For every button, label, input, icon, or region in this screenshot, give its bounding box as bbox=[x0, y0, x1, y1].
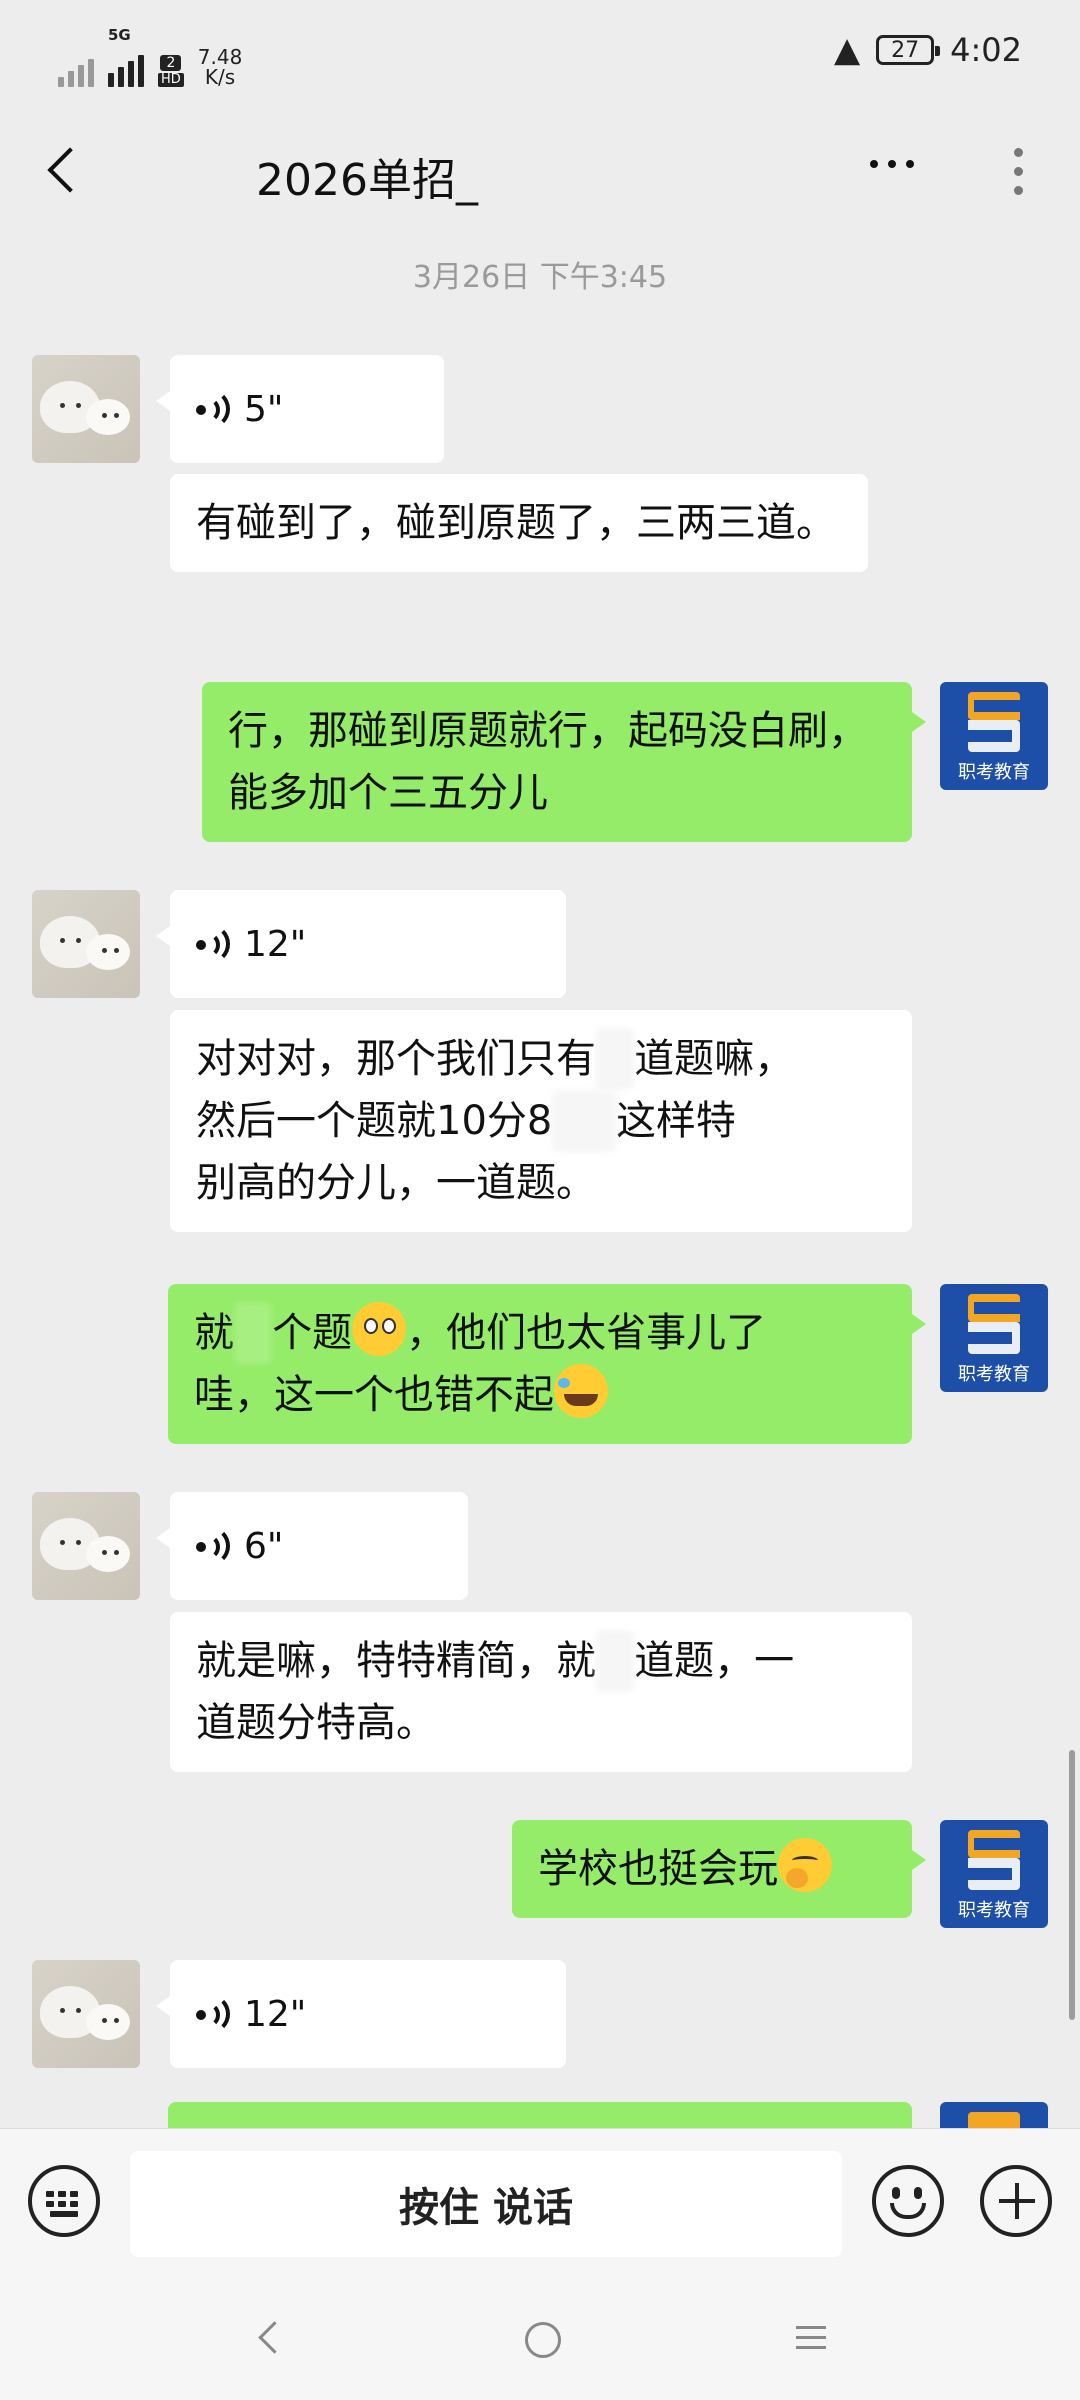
system-menu-icon[interactable] bbox=[786, 2314, 836, 2364]
message-timestamp: 3月26日 下午3:45 bbox=[412, 260, 668, 295]
keyboard-icon[interactable] bbox=[28, 2165, 100, 2237]
voice-wave-icon bbox=[196, 1994, 230, 2034]
system-home-icon[interactable] bbox=[517, 2314, 567, 2364]
voice-message[interactable]: 12" bbox=[156, 1960, 566, 2068]
navigation-arrow-icon: ▲ bbox=[833, 30, 861, 70]
input-bar: 按住 说话 bbox=[0, 2128, 1080, 2279]
my-avatar[interactable]: 职考教育 bbox=[940, 1820, 1048, 1928]
message-bubble[interactable]: 有碰到了，碰到原题了，三两三道。 bbox=[170, 474, 868, 572]
flushed-emoji-icon bbox=[352, 1302, 407, 1356]
voice-wave-icon bbox=[196, 1526, 230, 1566]
avatar-label: 职考教育 bbox=[958, 1364, 1030, 1385]
message-text: 有碰到了，碰到原题了，三两三道。 bbox=[196, 500, 836, 546]
message-line: 就 个题 ，他们也太省事儿了 bbox=[194, 1302, 886, 1364]
avatar-label: 职考教育 bbox=[958, 762, 1030, 783]
signal-icon-sim1 bbox=[58, 43, 94, 87]
message-line: 对对对，那个我们只有 道题嘛， bbox=[196, 1028, 886, 1090]
voice-duration: 5" bbox=[244, 388, 284, 430]
voice-message[interactable]: 6" bbox=[156, 1492, 468, 1600]
status-right: ▲ 27 4:02 bbox=[834, 30, 1022, 70]
my-avatar[interactable]: 职考教育 bbox=[940, 1284, 1048, 1392]
my-avatar-partial[interactable] bbox=[940, 2102, 1048, 2128]
network-type-label: 5G bbox=[108, 26, 131, 44]
message-text: 别高的分儿，一道题。 bbox=[196, 1160, 596, 1206]
contact-avatar[interactable] bbox=[32, 1492, 140, 1600]
network-speed: 7.48 K/s bbox=[198, 47, 243, 87]
voice-message[interactable]: 5" bbox=[156, 355, 444, 463]
voice-wave-icon bbox=[196, 389, 230, 429]
chat-header: 2026单招_ bbox=[0, 110, 1080, 240]
message-text: 学校也挺会玩 bbox=[538, 1846, 778, 1892]
contact-avatar[interactable] bbox=[32, 1960, 140, 2068]
hd-badge: 2 HD bbox=[158, 55, 184, 87]
message-text: 道题分特高。 bbox=[196, 1700, 436, 1746]
signal-sim2: 5G bbox=[108, 28, 144, 87]
signal-icon-sim2 bbox=[108, 43, 144, 87]
contact-avatar[interactable] bbox=[32, 355, 140, 463]
hd-badge-number: 2 bbox=[160, 55, 182, 71]
message-line: 就是嘛，特特精简，就 道题，一 bbox=[196, 1630, 886, 1692]
more-icon[interactable] bbox=[870, 160, 914, 168]
emoji-icon[interactable] bbox=[872, 2165, 944, 2237]
voice-wave-icon bbox=[196, 924, 230, 964]
message-text: 对对对，那个我们只有 bbox=[196, 1036, 596, 1082]
message-text: 就是嘛，特特精简，就 bbox=[196, 1638, 596, 1684]
message-text: ，他们也太省事儿了 bbox=[406, 1310, 767, 1356]
kebab-menu-icon[interactable] bbox=[1014, 148, 1023, 195]
chat-title[interactable]: 2026单招_ bbox=[256, 144, 478, 208]
battery-level: 27 bbox=[891, 37, 920, 63]
laughing-tears-emoji-icon bbox=[554, 1364, 608, 1418]
scrollbar[interactable] bbox=[1069, 1750, 1075, 2020]
message-line: 然后一个题就10分8 这样特 bbox=[196, 1090, 886, 1152]
my-message-bubble[interactable]: 学校也挺会玩 bbox=[512, 1820, 926, 1918]
message-line: 哇，这一个也错不起 bbox=[194, 1364, 886, 1426]
status-left: 5G 2 HD 7.48 K/s bbox=[58, 28, 242, 87]
message-text: 哇，这一个也错不起 bbox=[194, 1372, 554, 1418]
message-text: 然后一个题就10分8 bbox=[196, 1098, 553, 1144]
speed-value: 7.48 bbox=[197, 45, 243, 69]
my-message-bubble[interactable]: 行，那碰到原题就行，起码没白刷，能多加个三五分儿 bbox=[202, 682, 926, 842]
message-bubble[interactable]: 就是嘛，特特精简，就 道题，一 道题分特高。 bbox=[170, 1612, 912, 1772]
thinking-emoji-icon bbox=[778, 1838, 832, 1892]
message-text: 道题，一 bbox=[634, 1638, 795, 1684]
message-text: 个题 bbox=[272, 1310, 353, 1356]
hd-badge-label: HD bbox=[158, 73, 184, 87]
message-text: 行，那碰到原题就行，起码没白刷，能多加个三五分儿 bbox=[228, 708, 868, 816]
voice-duration: 12" bbox=[244, 1993, 307, 2035]
plus-icon[interactable] bbox=[980, 2165, 1052, 2237]
system-back-icon[interactable] bbox=[245, 2314, 295, 2364]
my-message-bubble[interactable]: 就 个题 ，他们也太省事儿了 哇，这一个也错不起 bbox=[168, 1284, 926, 1444]
message-text: 就 bbox=[194, 1310, 234, 1356]
clock: 4:02 bbox=[950, 31, 1022, 69]
avatar-label: 职考教育 bbox=[958, 1900, 1030, 1921]
my-avatar[interactable]: 职考教育 bbox=[940, 682, 1048, 790]
message-text: 道题嘛， bbox=[634, 1036, 795, 1082]
status-bar: 5G 2 HD 7.48 K/s ▲ 27 4:02 bbox=[0, 0, 1080, 110]
voice-duration: 6" bbox=[244, 1525, 284, 1567]
system-navigation-bar bbox=[0, 2278, 1080, 2400]
battery-icon: 27 bbox=[876, 35, 941, 65]
hold-to-talk-button[interactable]: 按住 说话 bbox=[130, 2151, 842, 2257]
message-bubble[interactable]: 对对对，那个我们只有 道题嘛， 然后一个题就10分8 这样特 别高的分儿，一道题… bbox=[170, 1010, 912, 1232]
message-text: 这样特 bbox=[615, 1098, 736, 1144]
voice-duration: 12" bbox=[244, 923, 307, 965]
speed-unit: K/s bbox=[204, 65, 236, 89]
voice-message[interactable]: 12" bbox=[156, 890, 566, 998]
contact-avatar[interactable] bbox=[32, 890, 140, 998]
back-arrow-icon[interactable] bbox=[40, 140, 84, 200]
